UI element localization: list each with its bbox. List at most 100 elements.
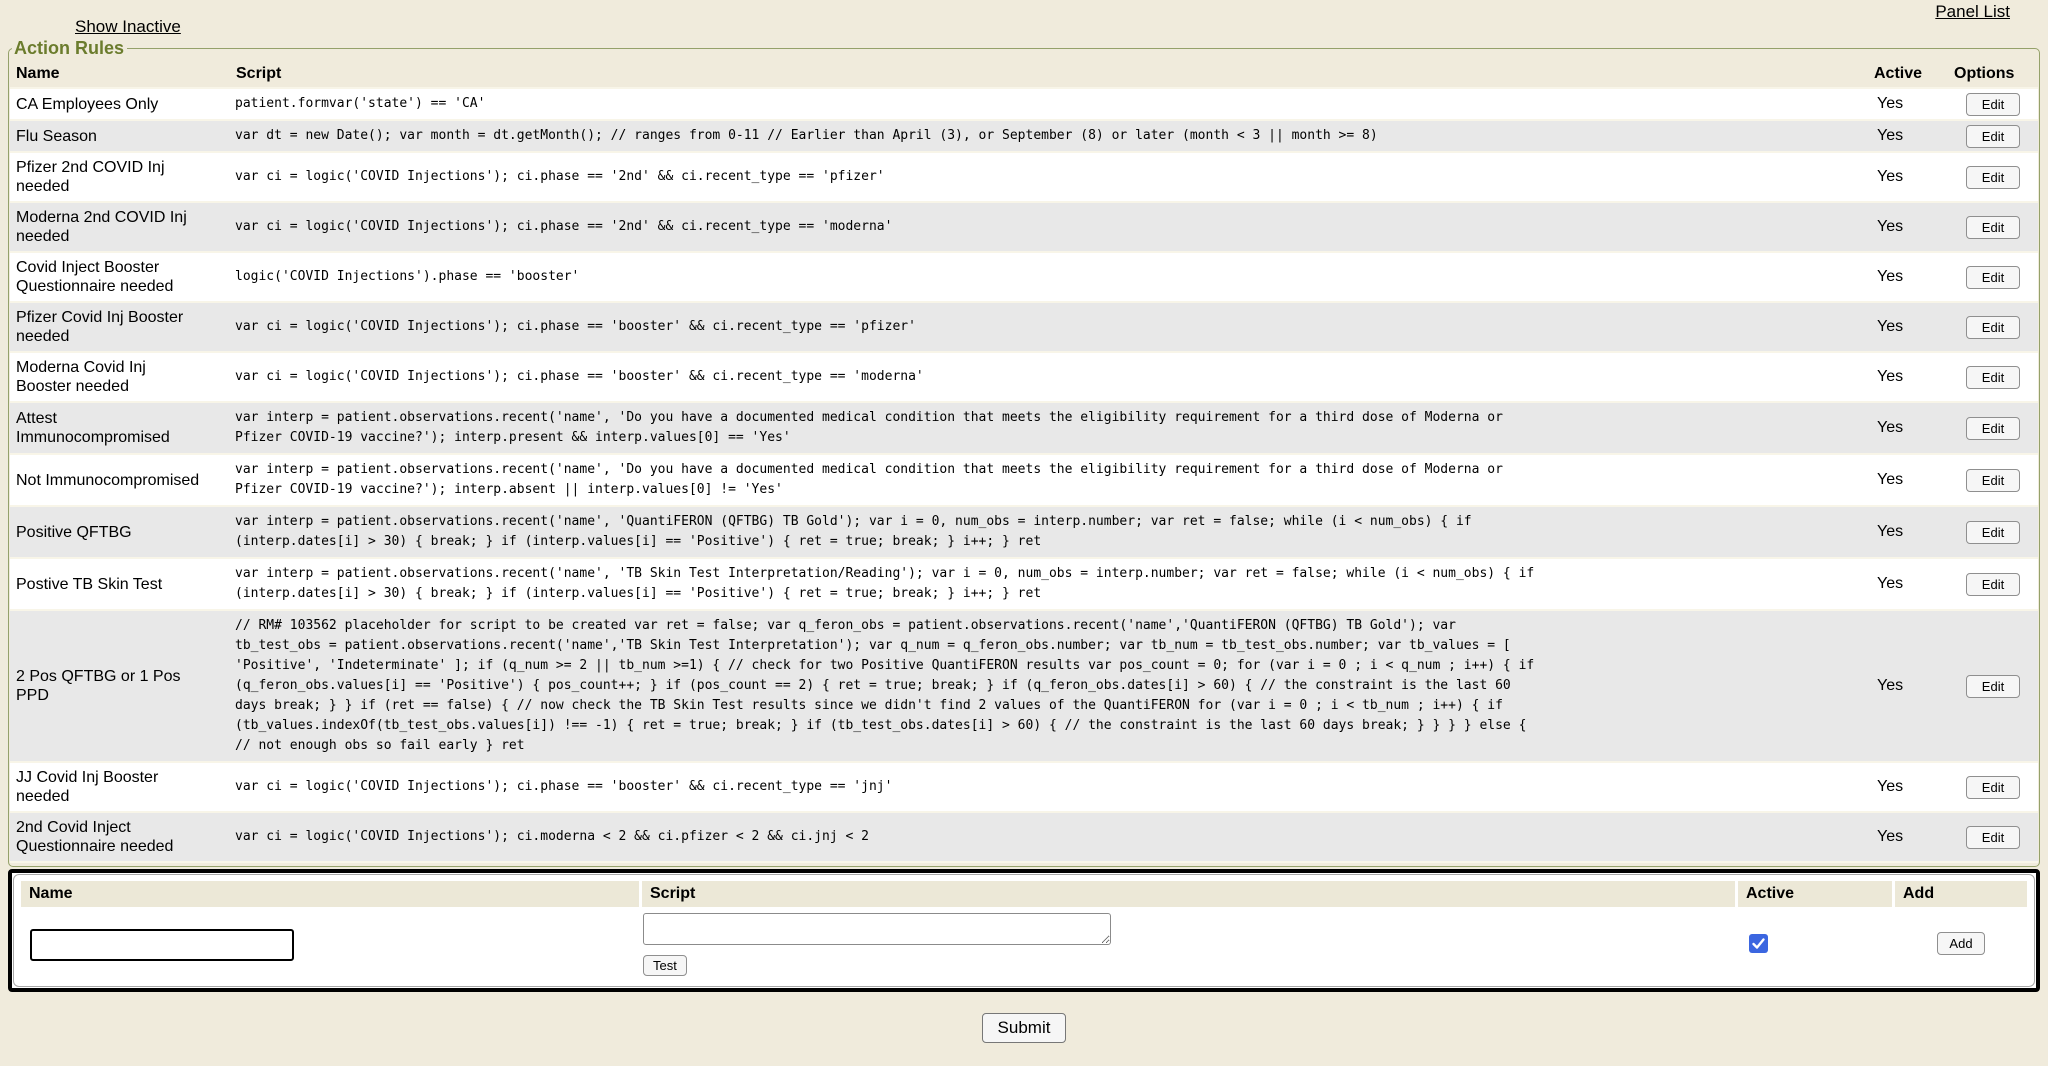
edit-button[interactable]: Edit xyxy=(1966,417,2020,440)
rule-name: JJ Covid Inj Booster needed xyxy=(10,762,230,812)
rule-name: Moderna 2nd COVID Inj needed xyxy=(10,202,230,252)
rule-script-cell: logic('COVID Injections').phase == 'boos… xyxy=(230,252,1868,302)
rule-active-status: Yes xyxy=(1868,252,1948,302)
rule-script: var ci = logic('COVID Injections'); ci.p… xyxy=(235,217,1535,237)
edit-button[interactable]: Edit xyxy=(1966,93,2020,116)
test-button[interactable]: Test xyxy=(643,955,687,976)
rule-script: var interp = patient.observations.recent… xyxy=(235,512,1535,552)
panel-list-link[interactable]: Panel List xyxy=(1935,2,2010,22)
table-row: Pfizer 2nd COVID Inj needed var ci = log… xyxy=(10,152,2038,202)
table-row: Not Immunocompromised var interp = patie… xyxy=(10,454,2038,506)
edit-button[interactable]: Edit xyxy=(1966,521,2020,544)
table-row: CA Employees Only patient.formvar('state… xyxy=(10,88,2038,120)
add-button[interactable]: Add xyxy=(1937,932,1984,955)
add-rule-table: Name Script Active Add Test xyxy=(18,878,2030,980)
rule-script-cell: var ci = logic('COVID Injections'); ci.m… xyxy=(230,812,1868,862)
rule-name: Positive QFTBG xyxy=(10,506,230,558)
action-rules-panel: Action Rules Name Script Active Options … xyxy=(8,38,2040,867)
rule-script-cell: patient.formvar('state') == 'CA' xyxy=(230,88,1868,120)
active-checkbox[interactable] xyxy=(1749,934,1768,953)
rule-script: patient.formvar('state') == 'CA' xyxy=(235,94,1535,114)
rule-script-cell: var ci = logic('COVID Injections'); ci.p… xyxy=(230,152,1868,202)
panel-title: Action Rules xyxy=(12,38,127,59)
rule-name: Moderna Covid Inj Booster needed xyxy=(10,352,230,402)
rule-active-status: Yes xyxy=(1868,120,1948,152)
rule-active-status: Yes xyxy=(1868,202,1948,252)
rule-active-status: Yes xyxy=(1868,152,1948,202)
rule-script: var dt = new Date(); var month = dt.getM… xyxy=(235,126,1535,146)
submit-button[interactable]: Submit xyxy=(982,1013,1067,1043)
rule-script-cell: var ci = logic('COVID Injections'); ci.p… xyxy=(230,302,1868,352)
add-form-header-row: Name Script Active Add xyxy=(21,881,2027,907)
rule-script: var interp = patient.observations.recent… xyxy=(235,564,1535,604)
rule-script: logic('COVID Injections').phase == 'boos… xyxy=(235,267,1535,287)
edit-button[interactable]: Edit xyxy=(1966,316,2020,339)
table-row: Moderna Covid Inj Booster needed var ci … xyxy=(10,352,2038,402)
rule-name: 2nd Covid Inject Questionnaire needed xyxy=(10,812,230,862)
rule-name: Pfizer 2nd COVID Inj needed xyxy=(10,152,230,202)
edit-button[interactable]: Edit xyxy=(1966,469,2020,492)
rule-name: Covid Inject Booster Questionnaire neede… xyxy=(10,252,230,302)
table-header-row: Name Script Active Options xyxy=(10,61,2038,88)
rule-script: // RM# 103562 placeholder for script to … xyxy=(235,616,1535,756)
form-header-name: Name xyxy=(21,881,639,907)
edit-button[interactable]: Edit xyxy=(1966,573,2020,596)
add-rule-form: Name Script Active Add Test xyxy=(8,869,2040,992)
rule-name: Postive TB Skin Test xyxy=(10,558,230,610)
rule-active-status: Yes xyxy=(1868,558,1948,610)
rule-active-status: Yes xyxy=(1868,88,1948,120)
submit-row: Submit xyxy=(0,1013,2048,1043)
column-header-name: Name xyxy=(10,61,230,88)
rule-name: Not Immunocompromised xyxy=(10,454,230,506)
form-header-active: Active xyxy=(1738,881,1892,907)
column-header-script: Script xyxy=(230,61,1868,88)
edit-button[interactable]: Edit xyxy=(1966,776,2020,799)
edit-button[interactable]: Edit xyxy=(1966,166,2020,189)
rule-script-textarea[interactable] xyxy=(643,913,1111,945)
edit-button[interactable]: Edit xyxy=(1966,266,2020,289)
table-row: 2nd Covid Inject Questionnaire needed va… xyxy=(10,812,2038,862)
rule-script: var interp = patient.observations.recent… xyxy=(235,460,1535,500)
table-row: Attest Immunocompromised var interp = pa… xyxy=(10,402,2038,454)
table-row: JJ Covid Inj Booster needed var ci = log… xyxy=(10,762,2038,812)
rule-script-cell: var interp = patient.observations.recent… xyxy=(230,402,1868,454)
rule-active-status: Yes xyxy=(1868,506,1948,558)
rule-script: var ci = logic('COVID Injections'); ci.p… xyxy=(235,317,1535,337)
rule-active-status: Yes xyxy=(1868,812,1948,862)
rule-active-status: Yes xyxy=(1868,402,1948,454)
action-rules-table: Name Script Active Options CA Employees … xyxy=(10,61,2038,863)
edit-button[interactable]: Edit xyxy=(1966,366,2020,389)
table-row: Postive TB Skin Test var interp = patien… xyxy=(10,558,2038,610)
rule-name: Flu Season xyxy=(10,120,230,152)
add-rule-form-inner: Name Script Active Add Test xyxy=(13,874,2035,987)
rule-active-status: Yes xyxy=(1868,302,1948,352)
rule-script-cell: var ci = logic('COVID Injections'); ci.p… xyxy=(230,762,1868,812)
form-header-add: Add xyxy=(1895,881,2027,907)
add-form-input-row: Test Add xyxy=(21,910,2027,977)
rule-active-status: Yes xyxy=(1868,762,1948,812)
edit-button[interactable]: Edit xyxy=(1966,675,2020,698)
rule-name: CA Employees Only xyxy=(10,88,230,120)
table-row: 2 Pos QFTBG or 1 Pos PPD // RM# 103562 p… xyxy=(10,610,2038,762)
rule-active-status: Yes xyxy=(1868,352,1948,402)
edit-button[interactable]: Edit xyxy=(1966,125,2020,148)
rule-script: var interp = patient.observations.recent… xyxy=(235,408,1535,448)
rule-script-cell: var interp = patient.observations.recent… xyxy=(230,506,1868,558)
rule-active-status: Yes xyxy=(1868,610,1948,762)
edit-button[interactable]: Edit xyxy=(1966,826,2020,849)
rule-name: Pfizer Covid Inj Booster needed xyxy=(10,302,230,352)
show-inactive-link[interactable]: Show Inactive xyxy=(75,17,181,37)
rule-script-cell: // RM# 103562 placeholder for script to … xyxy=(230,610,1868,762)
rule-script-cell: var ci = logic('COVID Injections'); ci.p… xyxy=(230,352,1868,402)
table-row: Flu Season var dt = new Date(); var mont… xyxy=(10,120,2038,152)
rule-name: 2 Pos QFTBG or 1 Pos PPD xyxy=(10,610,230,762)
edit-button[interactable]: Edit xyxy=(1966,216,2020,239)
rule-script-cell: var ci = logic('COVID Injections'); ci.p… xyxy=(230,202,1868,252)
rule-script-cell: var dt = new Date(); var month = dt.getM… xyxy=(230,120,1868,152)
table-row: Moderna 2nd COVID Inj needed var ci = lo… xyxy=(10,202,2038,252)
form-header-script: Script xyxy=(642,881,1735,907)
rule-name-input[interactable] xyxy=(30,929,294,961)
rule-script-cell: var interp = patient.observations.recent… xyxy=(230,454,1868,506)
rule-active-status: Yes xyxy=(1868,454,1948,506)
column-header-active: Active xyxy=(1868,61,1948,88)
